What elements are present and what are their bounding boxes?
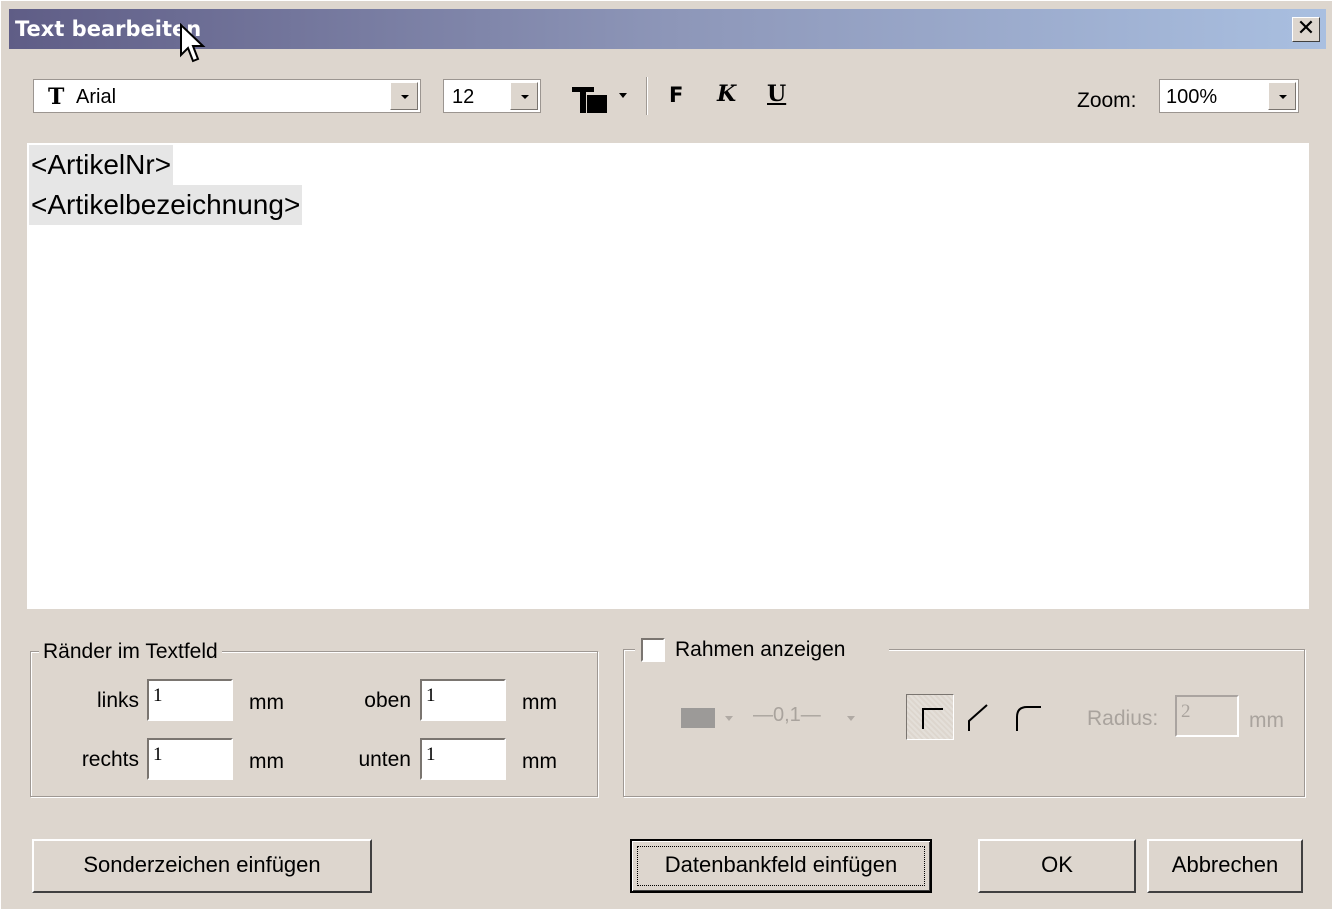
text-editor[interactable]: <ArtikelNr> <Artikelbezeichnung>	[27, 143, 1309, 609]
text-color-icon	[572, 87, 627, 113]
editor-line-artikelbezeichnung: <Artikelbezeichnung>	[29, 185, 303, 225]
font-dropdown-arrow[interactable]	[390, 82, 418, 110]
rechts-label: rechts	[81, 748, 139, 771]
insert-db-field-label: Datenbankfeld einfügen	[664, 852, 898, 877]
square-corner-icon	[922, 708, 943, 729]
editor-line-artikelnr: <ArtikelNr>	[29, 145, 174, 185]
ok-button[interactable]: OK	[978, 839, 1136, 893]
corner-square-button	[906, 694, 954, 740]
links-input[interactable]: 1	[147, 679, 233, 721]
cancel-button[interactable]: Abbrechen	[1147, 839, 1303, 893]
rechts-input[interactable]: 1	[147, 738, 233, 780]
radius-label: Radius:	[1087, 707, 1159, 730]
margins-group	[30, 651, 598, 797]
font-type-icon: T	[48, 84, 65, 110]
ok-label: OK	[1041, 852, 1073, 877]
radius-input: 2	[1175, 695, 1239, 737]
unten-label: unten	[358, 748, 411, 771]
links-label: links	[96, 689, 139, 712]
cancel-label: Abbrechen	[1171, 852, 1279, 877]
round-corner-icon	[1016, 706, 1041, 731]
font-size-select[interactable]: 12	[443, 79, 541, 113]
unten-input[interactable]: 1	[420, 738, 506, 780]
insert-db-field-button[interactable]: Datenbankfeld einfügen	[630, 839, 932, 893]
zoom-value: 100%	[1166, 86, 1218, 108]
font-size-value: 12	[452, 86, 475, 108]
font-name: Arial	[76, 86, 117, 108]
oben-input[interactable]: 1	[420, 679, 506, 721]
frame-color-dropdown-icon	[725, 716, 733, 721]
toolbar-separator	[646, 77, 648, 115]
window-title: Text bearbeiten	[15, 17, 202, 41]
margins-legend: Ränder im Textfeld	[39, 640, 222, 664]
show-frame-label: Rahmen anzeigen	[675, 638, 846, 661]
insert-special-chars-button[interactable]: Sonderzeichen einfügen	[32, 839, 372, 893]
radius-unit: mm	[1249, 709, 1284, 732]
unten-unit: mm	[522, 750, 557, 773]
bevel-corner-icon	[968, 704, 988, 731]
rechts-unit: mm	[249, 750, 284, 773]
oben-unit: mm	[522, 691, 557, 714]
zoom-select[interactable]: 100%	[1159, 79, 1299, 113]
text-edit-dialog: Text bearbeiten ✕ T Arial 12 F K U Zoom:…	[0, 0, 1333, 910]
zoom-label: Zoom:	[1077, 89, 1137, 112]
mouse-pointer-icon	[180, 23, 206, 63]
font-size-dropdown-arrow[interactable]	[510, 82, 538, 110]
frame-color-swatch	[681, 708, 715, 728]
italic-button[interactable]: K	[717, 81, 736, 107]
links-unit: mm	[249, 691, 284, 714]
frame-line-width: —0,1—	[753, 704, 821, 726]
line-width-dropdown-icon	[847, 716, 855, 721]
bold-button[interactable]: F	[669, 83, 683, 107]
zoom-dropdown-arrow[interactable]	[1268, 82, 1296, 110]
show-frame-checkbox[interactable]	[641, 638, 665, 662]
font-select[interactable]: T Arial	[33, 79, 421, 113]
oben-label: oben	[364, 689, 411, 712]
insert-special-chars-label: Sonderzeichen einfügen	[83, 852, 321, 877]
underline-button[interactable]: U	[767, 81, 786, 107]
close-button[interactable]: ✕	[1292, 17, 1320, 42]
text-color-picker[interactable]	[569, 81, 635, 115]
